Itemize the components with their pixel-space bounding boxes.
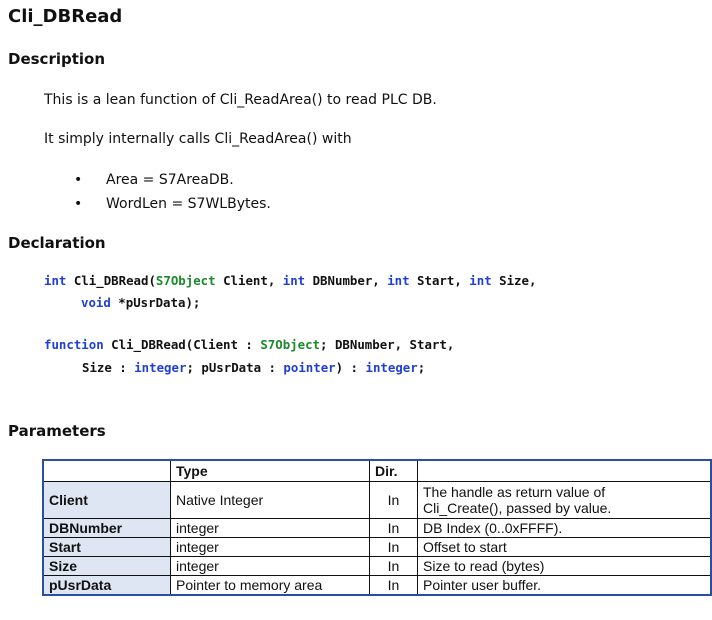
bullet-list: Area = S7AreaDB. WordLen = S7WLBytes. — [44, 171, 271, 219]
description-line-1: This is a lean function of Cli_ReadArea(… — [44, 92, 437, 108]
code-text: DBNumber, — [305, 273, 388, 288]
param-dir: In — [369, 518, 418, 538]
table-header-cell — [417, 459, 712, 482]
table-row: pUsrData Pointer to memory area In Point… — [42, 575, 712, 596]
c-declaration-line-1: int Cli_DBRead(S7Object Client, int DBNu… — [44, 273, 536, 288]
table-header-cell: Type — [170, 459, 370, 482]
description-heading: Description — [8, 50, 106, 68]
code-keyword: int — [44, 273, 67, 288]
param-type: integer — [170, 537, 370, 557]
param-dir: In — [369, 481, 418, 519]
code-keyword: integer — [365, 360, 418, 375]
code-keyword: int — [469, 273, 492, 288]
param-desc-line: The handle as return value of — [423, 484, 606, 500]
table-row: Size integer In Size to read (bytes) — [42, 556, 712, 576]
parameters-table: Type Dir. Client Native Integer In The h… — [42, 459, 712, 596]
table-row: DBNumber integer In DB Index (0..0xFFFF)… — [42, 518, 712, 538]
code-text: ; — [417, 360, 426, 375]
param-name: Start — [42, 537, 171, 557]
param-desc: DB Index (0..0xFFFF). — [417, 518, 712, 538]
description-line-2: It simply internally calls Cli_ReadArea(… — [44, 131, 352, 147]
code-keyword: void — [81, 295, 111, 310]
page-title: Cli_DBRead — [8, 6, 123, 27]
param-name: pUsrData — [42, 575, 171, 596]
table-header-cell: Dir. — [369, 459, 418, 482]
table-row: Start integer In Offset to start — [42, 537, 712, 557]
param-dir: In — [369, 537, 418, 557]
document-page: Cli_DBRead Description This is a lean fu… — [0, 0, 712, 620]
code-text: ; DBNumber, Start, — [320, 337, 455, 352]
bullet-item-wordlen: WordLen = S7WLBytes. — [44, 195, 271, 219]
code-text: Cli_DBRead(Client : — [103, 337, 261, 352]
param-dir: In — [369, 556, 418, 576]
table-header-cell — [42, 459, 171, 482]
param-desc: Offset to start — [417, 537, 712, 557]
param-desc-line: Cli_Create(), passed by value. — [423, 500, 612, 516]
param-type: integer — [170, 518, 370, 538]
parameters-heading: Parameters — [8, 422, 106, 440]
param-type: Pointer to memory area — [170, 575, 370, 596]
param-type: integer — [170, 556, 370, 576]
c-declaration-line-2: void *pUsrData); — [81, 295, 200, 310]
param-dir: In — [369, 575, 418, 596]
code-text: Start, — [409, 273, 470, 288]
pascal-declaration-line-1: function Cli_DBRead(Client : S7Object; D… — [44, 337, 454, 352]
code-keyword: int — [282, 273, 306, 288]
param-type: Native Integer — [170, 481, 370, 519]
bullet-item-area: Area = S7AreaDB. — [44, 171, 271, 195]
code-keyword: function — [44, 337, 104, 352]
param-desc: Size to read (bytes) — [417, 556, 712, 576]
code-text: Client, — [215, 273, 283, 288]
param-name: Size — [42, 556, 171, 576]
code-type: S7Object — [260, 337, 321, 352]
param-name: DBNumber — [42, 518, 171, 538]
table-header-row: Type Dir. — [42, 459, 712, 482]
param-desc: The handle as return value of Cli_Create(… — [417, 481, 712, 519]
code-text: Size : — [82, 360, 135, 375]
code-keyword: int — [387, 273, 410, 288]
table-row: Client Native Integer In The handle as r… — [42, 481, 712, 519]
pascal-declaration-line-2: Size : integer; pUsrData : pointer) : in… — [82, 360, 425, 375]
code-text: Size, — [491, 273, 537, 288]
declaration-heading: Declaration — [8, 234, 106, 252]
param-name: Client — [42, 481, 171, 519]
code-keyword: pointer — [283, 360, 336, 375]
code-text: ; pUsrData : — [186, 360, 284, 375]
param-desc: Pointer user buffer. — [417, 575, 712, 596]
code-text: ) : — [335, 360, 366, 375]
code-keyword: integer — [134, 360, 187, 375]
code-type: S7Object — [155, 273, 216, 288]
code-text: *pUsrData); — [110, 295, 201, 310]
code-text: Cli_DBRead( — [66, 273, 156, 288]
